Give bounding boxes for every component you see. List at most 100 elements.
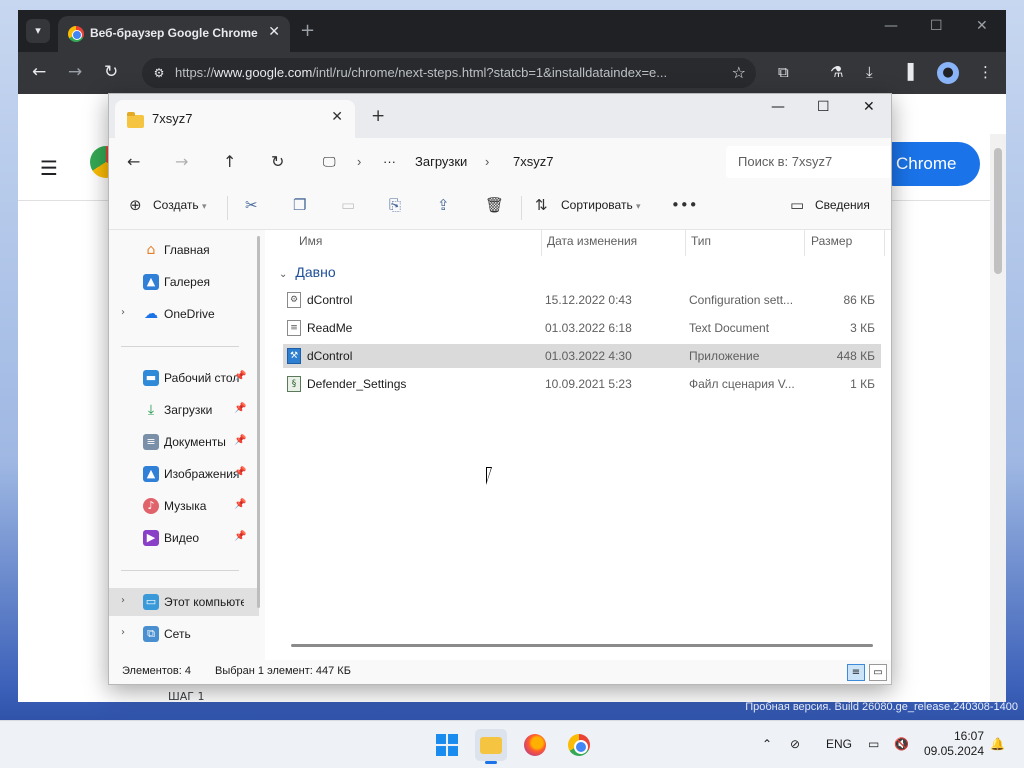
column-header-type[interactable]: Тип <box>691 234 711 248</box>
nav-item-pictures[interactable]: ▲ Изображения 📌 <box>109 460 259 488</box>
nav-pane-scrollbar[interactable] <box>257 236 260 608</box>
up-arrow-icon[interactable]: ↑ <box>223 152 236 171</box>
back-arrow-icon[interactable]: ← <box>32 62 46 82</box>
copy-icon[interactable]: ❐ <box>293 196 306 214</box>
hamburger-menu-icon[interactable]: ☰ <box>40 156 58 180</box>
bookmark-star-icon[interactable]: ☆ <box>732 63 746 82</box>
close-tab-icon[interactable]: ✕ <box>331 109 343 125</box>
pin-icon[interactable]: 📌 <box>234 499 246 510</box>
column-divider[interactable] <box>685 230 686 256</box>
chevron-right-icon[interactable]: › <box>121 307 125 318</box>
close-tab-icon[interactable]: ✕ <box>268 24 280 40</box>
nav-item-music[interactable]: ♪ Музыка 📌 <box>109 492 259 520</box>
column-divider[interactable] <box>541 230 542 256</box>
pin-icon[interactable]: 📌 <box>234 531 246 542</box>
column-header-size[interactable]: Размер <box>811 234 852 248</box>
file-row-selected[interactable]: ⚒ dControl 01.03.2022 4:30 Приложение 44… <box>283 344 881 368</box>
menu-kebab-icon[interactable]: ⋮ <box>978 63 993 81</box>
breadcrumb[interactable]: 🖵 › ··· Загрузки › 7xsyz7 <box>309 146 719 178</box>
explorer-tab[interactable]: 7xsyz7 ✕ <box>115 100 355 138</box>
nav-item-gallery[interactable]: ▲ Галерея <box>109 268 259 296</box>
delete-trash-icon[interactable]: 🗑 <box>485 196 504 214</box>
nav-item-network[interactable]: › ⧉ Сеть <box>109 620 259 648</box>
explorer-close-button[interactable]: ✕ <box>863 99 875 115</box>
side-panel-icon[interactable]: ▐ <box>902 63 914 81</box>
download-icon[interactable]: ⤓ <box>866 63 873 81</box>
page-scrollbar-thumb[interactable] <box>994 148 1002 274</box>
details-view-icon[interactable]: ≡ <box>847 664 865 681</box>
pin-icon[interactable]: 📌 <box>234 371 246 382</box>
notification-bell-icon[interactable]: 🔔 <box>990 737 1005 751</box>
forward-arrow-icon[interactable]: → <box>175 152 188 171</box>
sort-button[interactable]: Сортировать ▾ <box>561 198 641 212</box>
start-button[interactable] <box>431 729 463 761</box>
forward-arrow-icon[interactable]: → <box>68 62 82 82</box>
chevron-right-icon[interactable]: › <box>121 595 125 606</box>
file-row[interactable]: ⚙ dControl 15.12.2022 0:43 Configuration… <box>283 288 881 312</box>
address-url[interactable]: https://www.google.com/intl/ru/chrome/ne… <box>175 65 720 80</box>
chevron-right-icon[interactable]: › <box>121 627 125 638</box>
taskbar-chrome-button[interactable] <box>563 729 595 761</box>
group-header[interactable]: ⌄ Давно <box>279 264 336 280</box>
sort-icon[interactable]: ⇅ <box>535 196 548 214</box>
cut-icon[interactable]: ✂ <box>245 196 258 214</box>
more-options-icon[interactable]: ••• <box>671 196 698 214</box>
site-info-icon[interactable]: ⚙ <box>150 64 168 82</box>
volume-muted-icon[interactable]: 🔇 <box>894 737 909 751</box>
pin-icon[interactable]: 📌 <box>234 435 246 446</box>
refresh-icon[interactable]: ↻ <box>271 152 284 171</box>
chrome-tab[interactable]: Веб-браузер Google Chrome ✕ <box>58 16 290 52</box>
nav-item-onedrive[interactable]: › ☁ OneDrive <box>109 300 259 328</box>
address-bar[interactable]: ⚙ https://www.google.com/intl/ru/chrome/… <box>142 58 756 88</box>
breadcrumb-downloads[interactable]: Загрузки <box>415 154 467 169</box>
nav-item-this-pc[interactable]: › ▭ Этот компьютер <box>109 588 259 616</box>
close-window-button[interactable]: ✕ <box>976 18 988 34</box>
breadcrumb-current[interactable]: 7xsyz7 <box>513 154 553 169</box>
rename-icon[interactable]: ⎘ <box>389 196 401 214</box>
new-tab-button[interactable]: + <box>300 20 315 41</box>
nav-item-downloads[interactable]: ⤓ Загрузки 📌 <box>109 396 259 424</box>
explorer-minimize-button[interactable]: — <box>771 99 785 115</box>
reload-icon[interactable]: ↻ <box>104 62 118 82</box>
create-button[interactable]: Создать ▾ <box>153 198 206 212</box>
nav-item-video[interactable]: ▶ Видео 📌 <box>109 524 259 552</box>
explorer-new-tab-button[interactable]: + <box>371 106 385 126</box>
share-icon[interactable]: ⇪ <box>437 196 450 214</box>
column-header-name[interactable]: Имя <box>299 234 322 248</box>
details-button[interactable]: Сведения <box>815 198 870 212</box>
minimize-button[interactable]: — <box>884 18 898 34</box>
file-row[interactable]: § Defender_Settings 10.09.2021 5:23 Файл… <box>283 372 881 396</box>
breadcrumb-overflow-icon[interactable]: ··· <box>383 154 396 169</box>
search-input[interactable]: Поиск в: 7xsyz7 <box>726 146 890 178</box>
profile-avatar-icon[interactable]: ● <box>937 62 959 84</box>
tiles-view-icon[interactable]: ▭ <box>869 664 887 681</box>
details-pane-icon[interactable]: ▭ <box>790 196 804 214</box>
taskbar-explorer-button[interactable] <box>475 729 507 764</box>
language-indicator[interactable]: ENG <box>826 737 852 751</box>
tab-search-button[interactable]: ▾ <box>26 19 50 43</box>
create-plus-icon[interactable]: ⊕ <box>129 196 142 214</box>
taskbar-clock[interactable]: 16:07 09.05.2024 <box>920 729 984 759</box>
page-scrollbar[interactable] <box>990 134 1006 702</box>
file-row[interactable]: ≡ ReadMe 01.03.2022 6:18 Text Document 3… <box>283 316 881 340</box>
column-divider[interactable] <box>804 230 805 256</box>
display-icon[interactable]: ▭ <box>868 737 879 751</box>
taskbar-firefox-button[interactable] <box>519 729 551 761</box>
paste-icon[interactable]: ▭ <box>341 196 355 214</box>
explorer-maximize-button[interactable]: ☐ <box>817 99 830 115</box>
back-arrow-icon[interactable]: ← <box>127 152 140 171</box>
labs-flask-icon[interactable]: ⚗ <box>830 63 843 81</box>
column-header-date[interactable]: Дата изменения <box>547 234 637 248</box>
this-pc-icon[interactable]: 🖵 <box>323 154 336 170</box>
nav-item-documents[interactable]: ≡ Документы 📌 <box>109 428 259 456</box>
pin-icon[interactable]: 📌 <box>234 467 246 478</box>
horizontal-scrollbar[interactable] <box>291 644 873 647</box>
network-offline-icon[interactable]: ⊘ <box>790 737 800 751</box>
column-divider[interactable] <box>884 230 885 256</box>
maximize-button[interactable]: ☐ <box>930 18 943 34</box>
nav-item-home[interactable]: ⌂ Главная <box>109 236 259 264</box>
tray-chevron-up-icon[interactable]: ⌃ <box>762 737 772 751</box>
nav-item-desktop[interactable]: ▬ Рабочий стол 📌 <box>109 364 259 392</box>
extensions-icon[interactable]: ⧉ <box>778 63 789 81</box>
pin-icon[interactable]: 📌 <box>234 403 246 414</box>
